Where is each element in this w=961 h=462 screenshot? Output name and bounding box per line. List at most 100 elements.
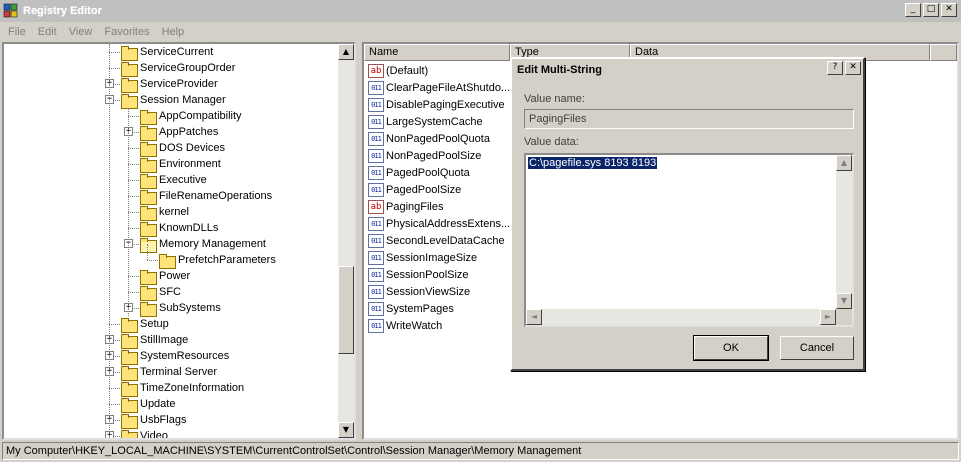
tree-item[interactable]: Setup bbox=[121, 316, 169, 333]
value-data-scroll-left[interactable]: ◄ bbox=[526, 309, 542, 325]
tree-item[interactable]: Executive bbox=[140, 172, 207, 189]
value-data-hscrollbar[interactable]: ◄ ► bbox=[526, 309, 836, 325]
value-row[interactable]: ab PagingFiles bbox=[368, 198, 443, 215]
tree-item[interactable]: SystemResources bbox=[121, 348, 229, 365]
tree-item[interactable]: Environment bbox=[140, 156, 221, 173]
tree-item[interactable]: Video bbox=[121, 428, 168, 438]
tree-connector bbox=[128, 196, 139, 197]
menu-help[interactable]: Help bbox=[156, 26, 191, 38]
tree-item[interactable]: AppPatches bbox=[140, 124, 218, 141]
menu-favorites[interactable]: Favorites bbox=[98, 26, 155, 38]
help-button[interactable]: ? bbox=[827, 61, 843, 75]
tree-item[interactable]: DOS Devices bbox=[140, 140, 226, 157]
binary-value-icon: 011 bbox=[368, 97, 384, 112]
ok-button[interactable]: OK bbox=[693, 335, 769, 361]
tree-item-label: DOS Devices bbox=[159, 142, 226, 154]
value-name: PagingFiles bbox=[386, 200, 444, 213]
edit-multi-string-dialog: Edit Multi-String ? ✕ Value name: Paging… bbox=[510, 57, 865, 371]
tree-item[interactable]: ServiceProvider bbox=[121, 76, 218, 93]
tree-item[interactable]: kernel bbox=[140, 204, 189, 221]
tree-connector bbox=[128, 276, 139, 277]
value-row[interactable]: 011 WriteWatch bbox=[368, 317, 442, 334]
close-button[interactable]: ✕ bbox=[941, 3, 957, 17]
tree-item[interactable]: ServiceCurrent bbox=[121, 44, 213, 61]
scroll-thumb[interactable] bbox=[338, 266, 354, 354]
value-row[interactable]: 011 SecondLevelDataCache bbox=[368, 232, 505, 249]
tree-item[interactable]: SubSystems bbox=[140, 300, 221, 317]
value-name: PagedPoolQuota bbox=[386, 166, 470, 179]
binary-value-icon: 011 bbox=[368, 318, 384, 333]
value-row[interactable]: ab (Default) bbox=[368, 62, 428, 79]
tree-connector bbox=[109, 52, 120, 53]
window-title: Registry Editor bbox=[23, 5, 102, 17]
value-row[interactable]: 011 PhysicalAddressExtens... bbox=[368, 215, 510, 232]
tree-item[interactable]: KnownDLLs bbox=[140, 220, 218, 237]
minimize-button[interactable]: _ bbox=[905, 3, 921, 17]
value-data-scroll-right[interactable]: ► bbox=[820, 309, 836, 325]
tree-item[interactable]: Terminal Server bbox=[121, 364, 217, 381]
value-row[interactable]: 011 DisablePagingExecutive bbox=[368, 96, 505, 113]
value-name: SessionViewSize bbox=[386, 285, 471, 298]
value-row[interactable]: 011 SystemPages bbox=[368, 300, 454, 317]
value-data-vscrollbar[interactable]: ▲ ▼ bbox=[836, 155, 852, 309]
tree-item[interactable]: FileRenameOperations bbox=[140, 188, 272, 205]
tree-item[interactable]: StillImage bbox=[121, 332, 188, 349]
menu-file[interactable]: File bbox=[2, 26, 32, 38]
tree-scrollbar[interactable]: ▲ ▼ bbox=[338, 44, 354, 438]
menu-edit[interactable]: Edit bbox=[32, 26, 63, 38]
value-row[interactable]: 011 NonPagedPoolQuota bbox=[368, 130, 490, 147]
folder-open-icon bbox=[140, 237, 157, 253]
tree-item[interactable]: UsbFlags bbox=[121, 412, 186, 429]
value-data-textarea[interactable]: C:\pagefile.sys 8193 8193 ▲ ▼ ◄ ► bbox=[524, 153, 854, 327]
registry-tree[interactable]: ServiceCurrent ServiceGroupOrder + ServiceP… bbox=[2, 42, 356, 440]
folder-icon bbox=[140, 125, 157, 141]
tree-item-label: Executive bbox=[159, 174, 207, 186]
tree-item[interactable]: AppCompatibility bbox=[140, 108, 242, 125]
value-data-scroll-down[interactable]: ▼ bbox=[836, 293, 852, 309]
value-row[interactable]: 011 SessionPoolSize bbox=[368, 266, 469, 283]
binary-value-icon: 011 bbox=[368, 216, 384, 231]
folder-icon bbox=[121, 429, 138, 438]
value-data-scroll-up[interactable]: ▲ bbox=[836, 155, 852, 171]
folder-icon bbox=[140, 141, 157, 157]
tree-item[interactable]: TimeZoneInformation bbox=[121, 380, 244, 397]
maximize-button[interactable]: □ bbox=[923, 3, 939, 17]
cancel-button[interactable]: Cancel bbox=[780, 336, 854, 360]
tree-item-label: ServiceProvider bbox=[140, 78, 218, 90]
scroll-up-button[interactable]: ▲ bbox=[338, 44, 354, 60]
tree-item[interactable]: Session Manager bbox=[121, 92, 226, 109]
tree-item[interactable]: SFC bbox=[140, 284, 181, 301]
tree-item[interactable]: Power bbox=[140, 268, 191, 285]
value-row[interactable]: 011 SessionImageSize bbox=[368, 249, 477, 266]
column-header-filler bbox=[930, 44, 957, 61]
string-value-icon: ab bbox=[368, 199, 384, 214]
value-row[interactable]: 011 LargeSystemCache bbox=[368, 113, 483, 130]
binary-value-icon: 011 bbox=[368, 301, 384, 316]
folder-icon bbox=[140, 157, 157, 173]
value-row[interactable]: 011 PagedPoolSize bbox=[368, 181, 461, 198]
tree-item[interactable]: PrefetchParameters bbox=[159, 252, 276, 269]
column-header-name[interactable]: Name bbox=[364, 44, 510, 61]
tree-item-label: Power bbox=[159, 270, 191, 282]
menu-bar: File Edit View Favorites Help bbox=[0, 22, 961, 41]
folder-icon bbox=[159, 253, 176, 269]
value-row[interactable]: 011 SessionViewSize bbox=[368, 283, 470, 300]
tree-item[interactable]: Update bbox=[121, 396, 175, 413]
value-data-label: Value data: bbox=[524, 136, 579, 148]
value-name: PhysicalAddressExtens... bbox=[386, 217, 511, 230]
dialog-close-button[interactable]: ✕ bbox=[845, 61, 861, 75]
value-row[interactable]: 011 ClearPageFileAtShutdo... bbox=[368, 79, 510, 96]
dialog-title: Edit Multi-String bbox=[517, 64, 602, 76]
binary-value-icon: 011 bbox=[368, 250, 384, 265]
tree-item[interactable]: ServiceGroupOrder bbox=[121, 60, 235, 77]
tree-connector bbox=[109, 404, 120, 405]
scroll-down-button[interactable]: ▼ bbox=[338, 422, 354, 438]
menu-view[interactable]: View bbox=[63, 26, 99, 38]
value-name: NonPagedPoolQuota bbox=[386, 132, 490, 145]
folder-icon bbox=[121, 381, 138, 397]
value-row[interactable]: 011 PagedPoolQuota bbox=[368, 164, 470, 181]
tree-item[interactable]: Memory Management bbox=[140, 236, 266, 253]
scrollbar-corner bbox=[836, 309, 852, 325]
value-row[interactable]: 011 NonPagedPoolSize bbox=[368, 147, 481, 164]
folder-icon bbox=[121, 349, 138, 365]
